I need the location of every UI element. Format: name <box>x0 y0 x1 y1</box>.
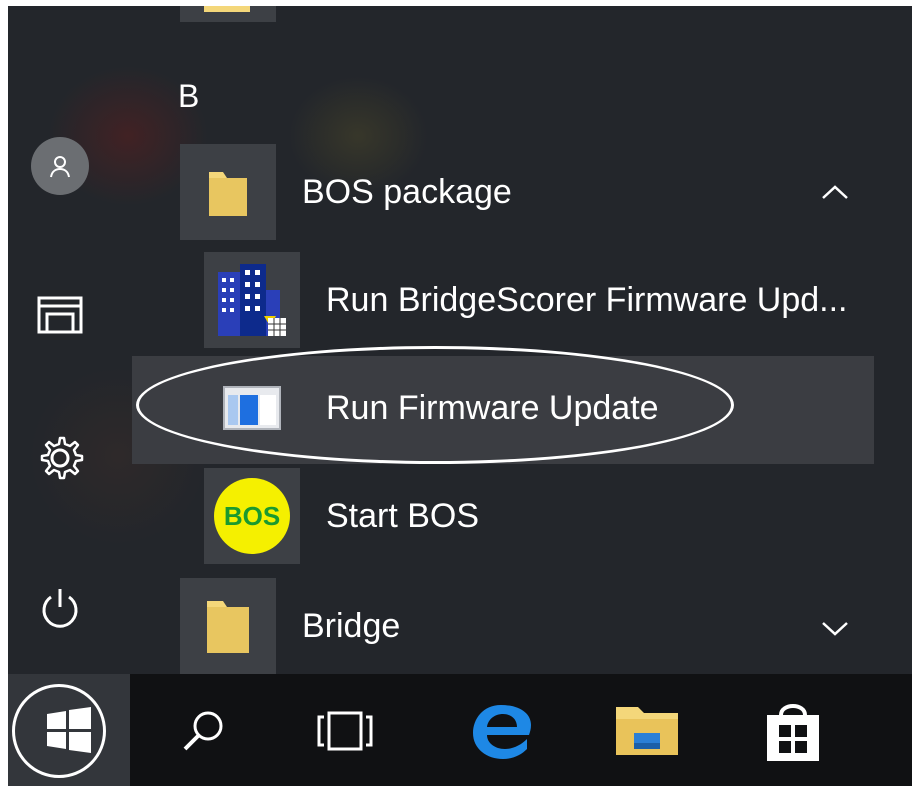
app-tile: BOS <box>204 468 300 564</box>
group-bridge[interactable]: Bridge <box>180 578 870 674</box>
task-view-button[interactable] <box>310 696 380 766</box>
bridgescorer-icon <box>218 264 286 336</box>
item-label: Run BridgeScorer Firmware Upd... <box>326 280 848 319</box>
folder-icon <box>204 6 250 12</box>
file-explorer-button[interactable] <box>612 696 682 766</box>
task-view-icon <box>317 711 373 751</box>
documents-icon <box>37 296 83 334</box>
search-button[interactable] <box>168 696 238 766</box>
group-label: Bridge <box>302 606 401 645</box>
documents-button[interactable] <box>28 284 92 348</box>
folder-tile <box>180 144 276 240</box>
partial-tile-top <box>180 6 276 22</box>
group-bos-package[interactable]: BOS package <box>180 144 870 240</box>
power-icon <box>42 589 78 628</box>
annotation-ellipse <box>136 346 734 464</box>
item-label: Start BOS <box>326 496 480 535</box>
left-rail <box>8 6 126 674</box>
settings-button[interactable] <box>28 426 92 490</box>
chevron-up-icon[interactable] <box>820 176 850 210</box>
taskbar <box>8 674 912 786</box>
annotation-circle <box>12 684 106 778</box>
folder-tile <box>180 578 276 674</box>
user-account-button[interactable] <box>28 134 92 198</box>
folder-icon <box>209 172 247 216</box>
file-explorer-icon <box>616 707 678 755</box>
app-tile <box>204 252 300 348</box>
bos-logo-icon: BOS <box>214 478 290 554</box>
start-menu-window: B BOS package Run BridgeScorer Firmware … <box>8 6 912 786</box>
section-letter-header[interactable]: B <box>178 78 199 115</box>
edge-browser-button[interactable] <box>466 696 536 766</box>
group-label: BOS package <box>302 172 512 211</box>
store-icon <box>767 704 819 761</box>
search-icon <box>183 711 223 751</box>
bos-logo-text: BOS <box>223 500 281 531</box>
list-item-bridgescorer-update[interactable]: Run BridgeScorer Firmware Upd... <box>204 252 848 348</box>
user-avatar-icon <box>31 137 89 195</box>
edge-icon <box>473 705 531 759</box>
list-item-start-bos[interactable]: BOS Start BOS <box>204 468 479 564</box>
settings-gear-icon <box>40 436 84 480</box>
chevron-down-icon[interactable] <box>820 612 850 646</box>
store-button[interactable] <box>758 696 828 766</box>
folder-icon <box>207 601 249 653</box>
power-button[interactable] <box>28 576 92 640</box>
